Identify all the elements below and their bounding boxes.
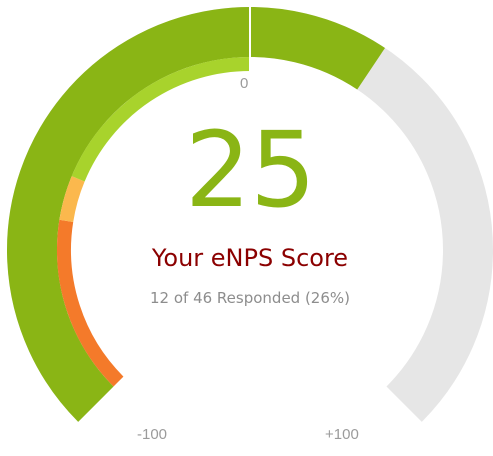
enps-score-value: 25 xyxy=(184,109,316,231)
enps-score-title: Your eNPS Score xyxy=(151,244,349,272)
enps-gauge-widget: 0 -100 +100 25 Your eNPS Score 12 of 46 … xyxy=(0,0,493,456)
gauge-max-label: +100 xyxy=(325,426,359,443)
enps-response-rate: 12 of 46 Responded (26%) xyxy=(149,289,351,307)
gauge-min-label: -100 xyxy=(137,426,168,443)
gauge-zero-label: 0 xyxy=(240,75,249,92)
